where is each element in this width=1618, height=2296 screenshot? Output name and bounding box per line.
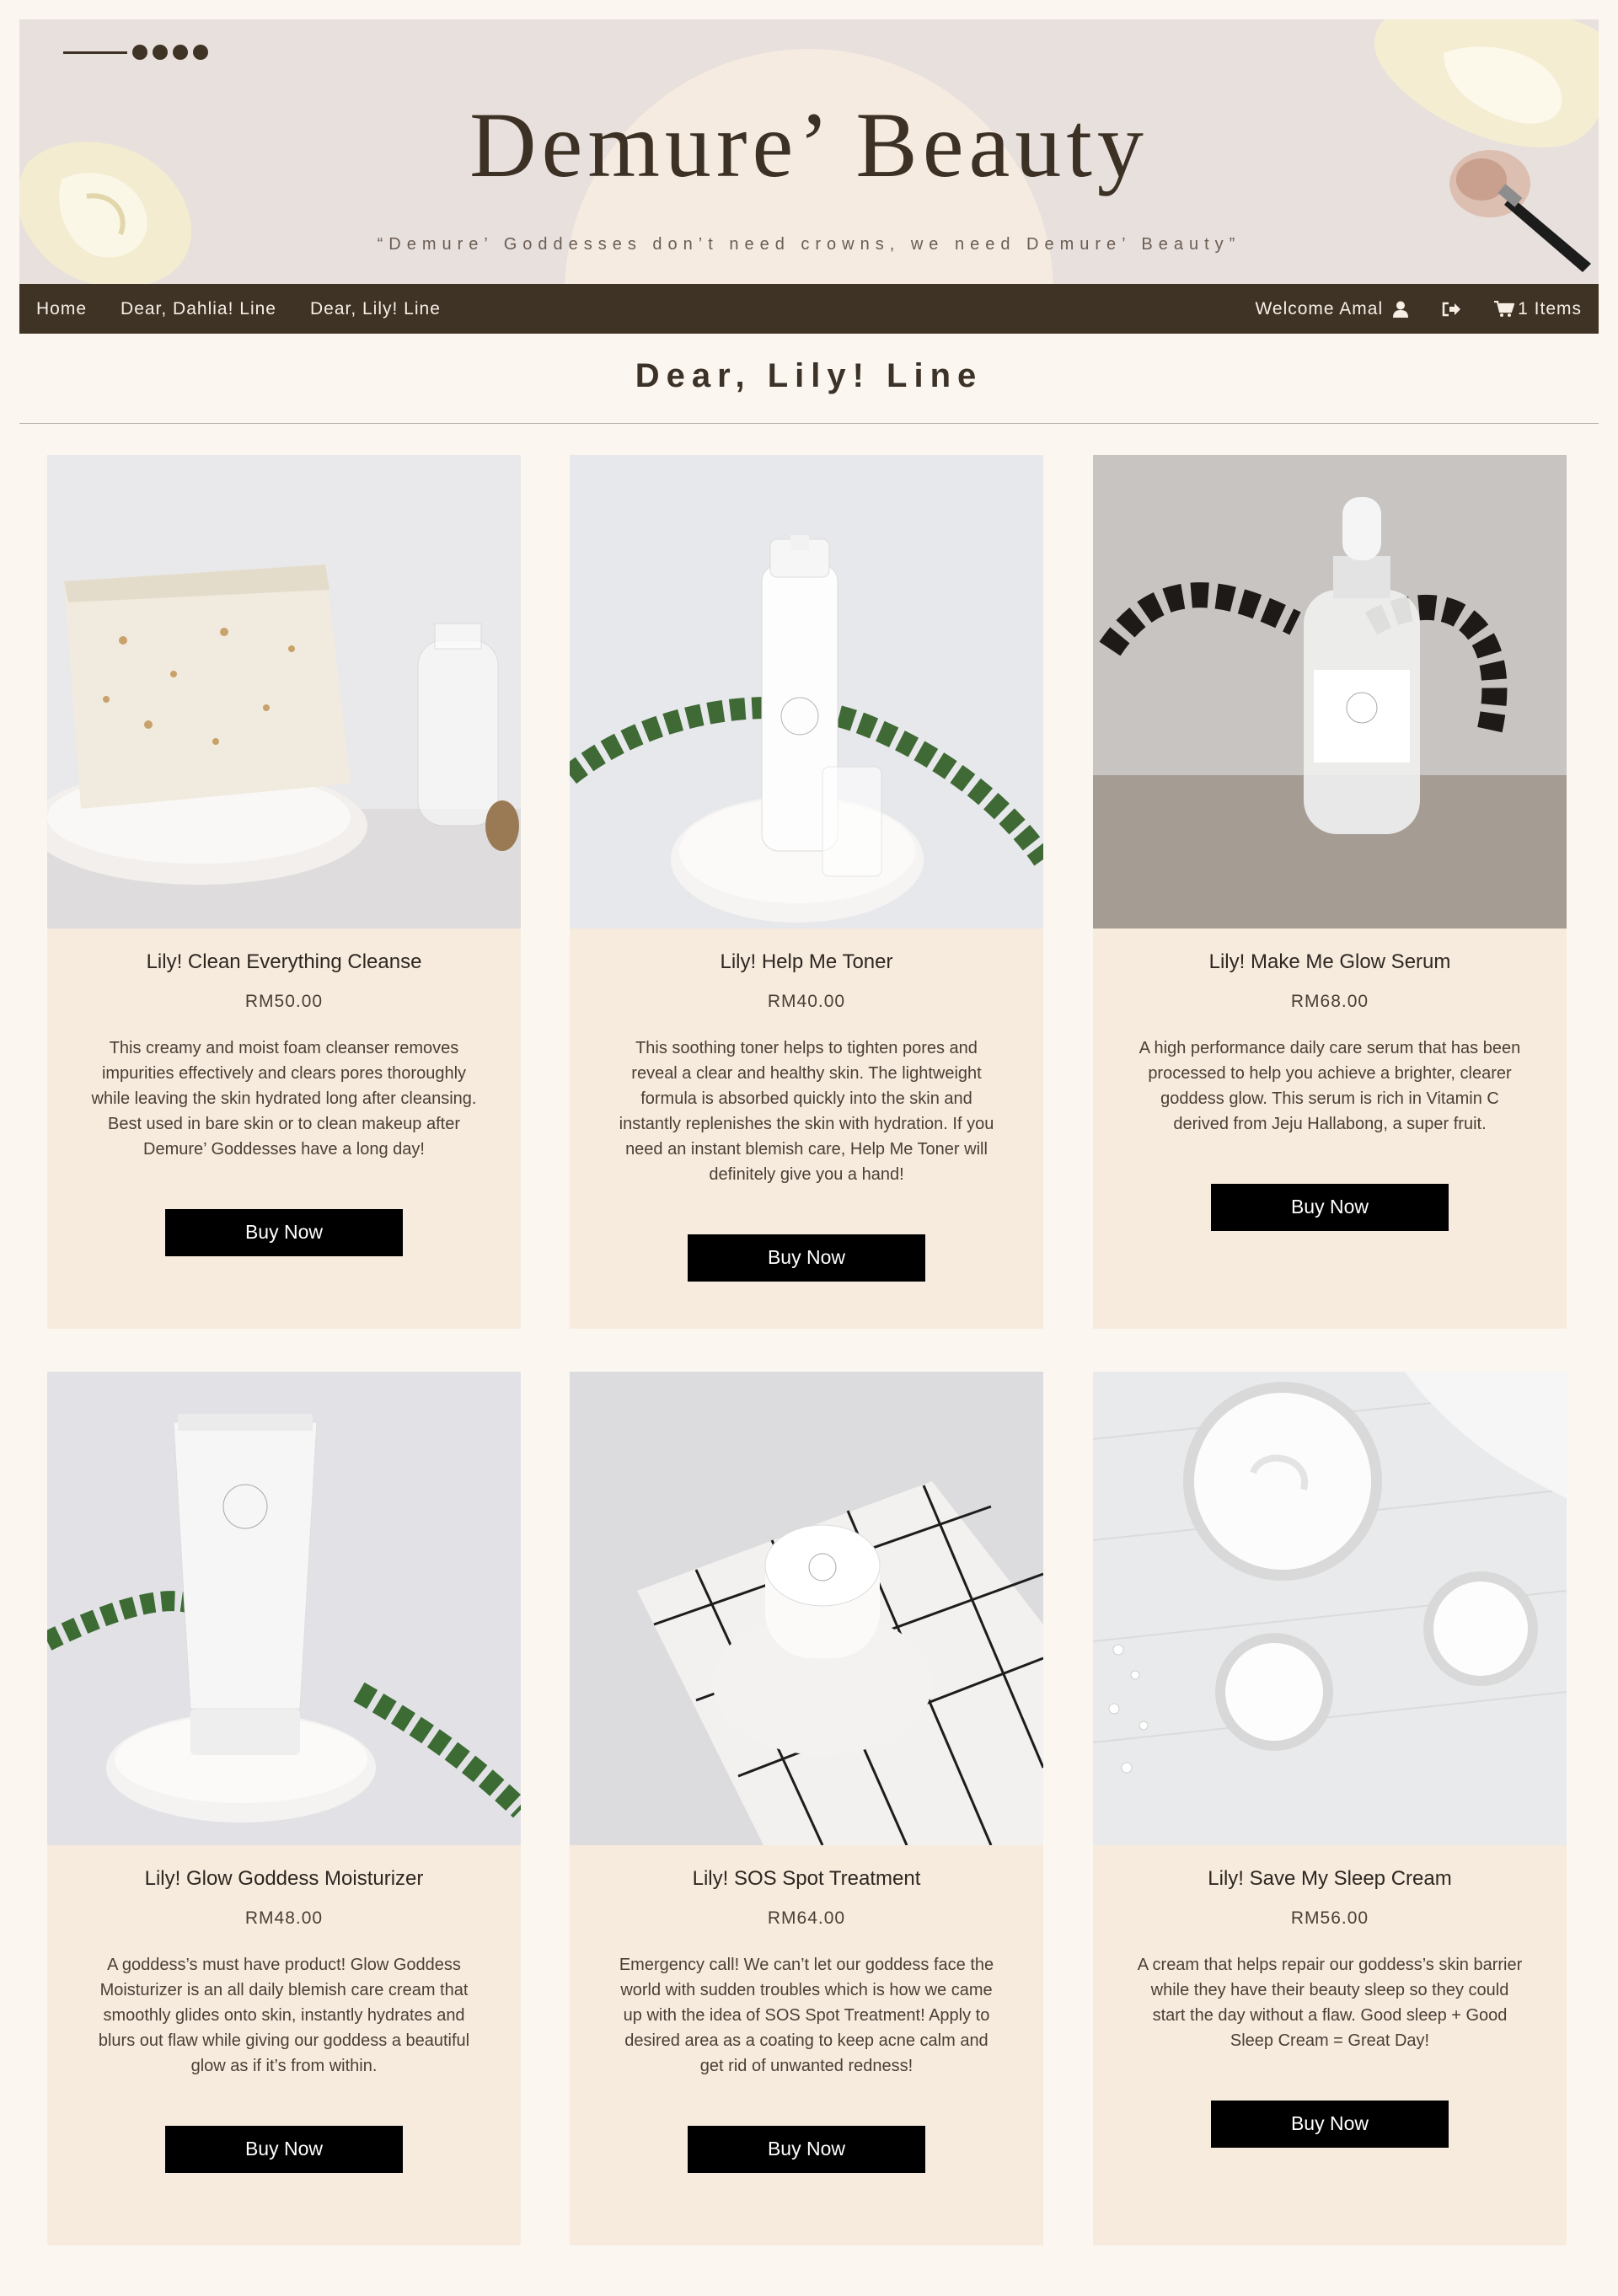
main-navbar: Home Dear, Dahlia! Line Dear, Lily! Line…	[19, 284, 1599, 334]
nav-link-home[interactable]: Home	[36, 299, 87, 319]
cart-link[interactable]: 1 Items	[1494, 299, 1582, 319]
product-name: Lily! Clean Everything Cleanse	[146, 950, 422, 973]
product-price: RM64.00	[767, 1908, 846, 1928]
header-banner: Demure’ Beauty “Demure’ Goddesses don’t …	[19, 19, 1599, 284]
banner-line-dots-decoration	[63, 45, 208, 60]
product-description: Emergency call! We can’t let our goddess…	[619, 1955, 994, 2075]
product-name: Lily! SOS Spot Treatment	[692, 1867, 921, 1890]
buy-now-button[interactable]: Buy Now	[165, 2125, 403, 2173]
product-name: Lily! Glow Goddess Moisturizer	[144, 1867, 424, 1890]
user-icon	[1393, 301, 1409, 318]
cart-count: 1 Items	[1518, 298, 1582, 318]
product-image-cleanser	[47, 455, 521, 929]
logout-icon	[1442, 302, 1461, 317]
product-description: A high performance daily care serum that…	[1138, 1038, 1521, 1133]
product-price: RM48.00	[244, 1908, 324, 1928]
buy-now-button[interactable]: Buy Now	[165, 1208, 403, 1256]
site-tagline: “Demure’ Goddesses don’t need crowns, we…	[377, 235, 1241, 254]
product-image-moisturizer	[47, 1372, 521, 1845]
title-divider	[19, 423, 1599, 424]
product-image-toner	[570, 455, 1043, 929]
product-card: Lily! Make Me Glow Serum RM68.00 A high …	[1093, 455, 1567, 1329]
nav-link-lily-line[interactable]: Dear, Lily! Line	[310, 299, 441, 319]
product-description: A goddess’s must have product! Glow Godd…	[98, 1955, 470, 2075]
buy-now-button[interactable]: Buy Now	[1211, 2100, 1449, 2148]
product-card: Lily! Help Me Toner RM40.00 This soothin…	[570, 455, 1043, 1329]
product-image-spot-treatment	[570, 1372, 1043, 1845]
buy-now-button[interactable]: Buy Now	[688, 2125, 925, 2173]
nav-link-dahlia-line[interactable]: Dear, Dahlia! Line	[121, 299, 276, 319]
logout-button[interactable]	[1442, 302, 1461, 317]
nav-user-area: Welcome Amal 1 Items	[1255, 299, 1582, 319]
product-price: RM56.00	[1290, 1908, 1369, 1928]
product-card: Lily! Glow Goddess Moisturizer RM48.00 A…	[47, 1372, 521, 2245]
product-price: RM40.00	[767, 991, 846, 1011]
product-card: Lily! Save My Sleep Cream RM56.00 A crea…	[1093, 1372, 1567, 2245]
product-image-serum	[1093, 455, 1567, 929]
welcome-text: Welcome Amal	[1255, 298, 1384, 318]
product-description: This soothing toner helps to tighten por…	[619, 1038, 994, 1184]
page-title: Dear, Lily! Line	[635, 357, 983, 394]
product-price: RM50.00	[244, 991, 324, 1011]
product-image-sleep-cream	[1093, 1372, 1567, 1845]
product-card: Lily! Clean Everything Cleanse RM50.00 T…	[47, 455, 521, 1329]
product-card: Lily! SOS Spot Treatment RM64.00 Emergen…	[570, 1372, 1043, 2245]
product-name: Lily! Save My Sleep Cream	[1208, 1867, 1452, 1890]
nav-links: Home Dear, Dahlia! Line Dear, Lily! Line	[36, 299, 441, 319]
cart-icon	[1494, 300, 1515, 318]
buy-now-button[interactable]: Buy Now	[1211, 1183, 1449, 1231]
site-title: Demure’ Beauty	[469, 94, 1149, 196]
product-name: Lily! Help Me Toner	[720, 950, 893, 973]
welcome-user-link[interactable]: Welcome Amal	[1255, 298, 1409, 319]
product-description: A cream that helps repair our goddess’s …	[1137, 1955, 1523, 2050]
product-name: Lily! Make Me Glow Serum	[1208, 950, 1451, 973]
product-description: This creamy and moist foam cleanser remo…	[91, 1038, 477, 1159]
buy-now-button[interactable]: Buy Now	[688, 1234, 925, 1282]
product-price: RM68.00	[1290, 991, 1369, 1011]
